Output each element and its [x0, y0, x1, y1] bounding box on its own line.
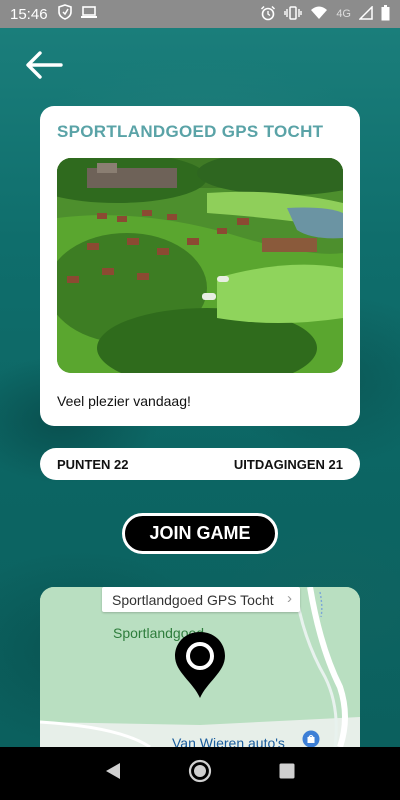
- points-count: PUNTEN 22: [57, 456, 129, 472]
- square-recents-icon: [279, 763, 295, 784]
- signal-icon: [358, 4, 373, 23]
- battery-icon: [381, 4, 390, 24]
- back-button[interactable]: [22, 50, 66, 84]
- laptop-icon: [80, 5, 98, 23]
- challenges-count: UITDAGINGEN 21: [233, 456, 343, 472]
- status-bar: 15:46 4G: [0, 0, 400, 28]
- tour-card: SPORTLANDGOED GPS TOCHT Veel plezier van…: [40, 106, 360, 426]
- tour-photo: [57, 158, 343, 373]
- map-marker-icon[interactable]: [173, 630, 227, 705]
- shopping-bag-icon: [302, 730, 320, 747]
- alarm-icon: [260, 5, 276, 24]
- wifi-icon: [310, 6, 328, 23]
- network-type: 4G: [336, 8, 351, 20]
- map-view[interactable]: Sportlandgoed GPS Tocht › Sportlandgoed …: [40, 587, 360, 747]
- chevron-right-icon: ›: [287, 590, 292, 607]
- nav-recents-button[interactable]: [267, 754, 307, 794]
- back-arrow-icon: [25, 50, 63, 84]
- vibrate-icon: [284, 5, 303, 24]
- triangle-back-icon: [105, 762, 121, 785]
- nav-back-button[interactable]: [93, 754, 133, 794]
- stats-bar: PUNTEN 22 UITDAGINGEN 21: [40, 448, 360, 480]
- shield-icon: [57, 4, 72, 24]
- map-poi-label: Van Wieren auto's: [172, 735, 285, 747]
- map-callout-label: Sportlandgoed GPS Tocht: [112, 591, 274, 608]
- join-game-button[interactable]: JOIN GAME: [122, 513, 278, 554]
- system-nav-bar: [0, 747, 400, 800]
- status-time: 15:46: [10, 5, 48, 23]
- map-callout[interactable]: Sportlandgoed GPS Tocht ›: [102, 587, 300, 612]
- tour-description: Veel plezier vandaag!: [57, 393, 191, 409]
- nav-home-button[interactable]: [180, 754, 220, 794]
- tour-title: SPORTLANDGOED GPS TOCHT: [57, 122, 324, 141]
- circle-home-icon: [188, 759, 212, 788]
